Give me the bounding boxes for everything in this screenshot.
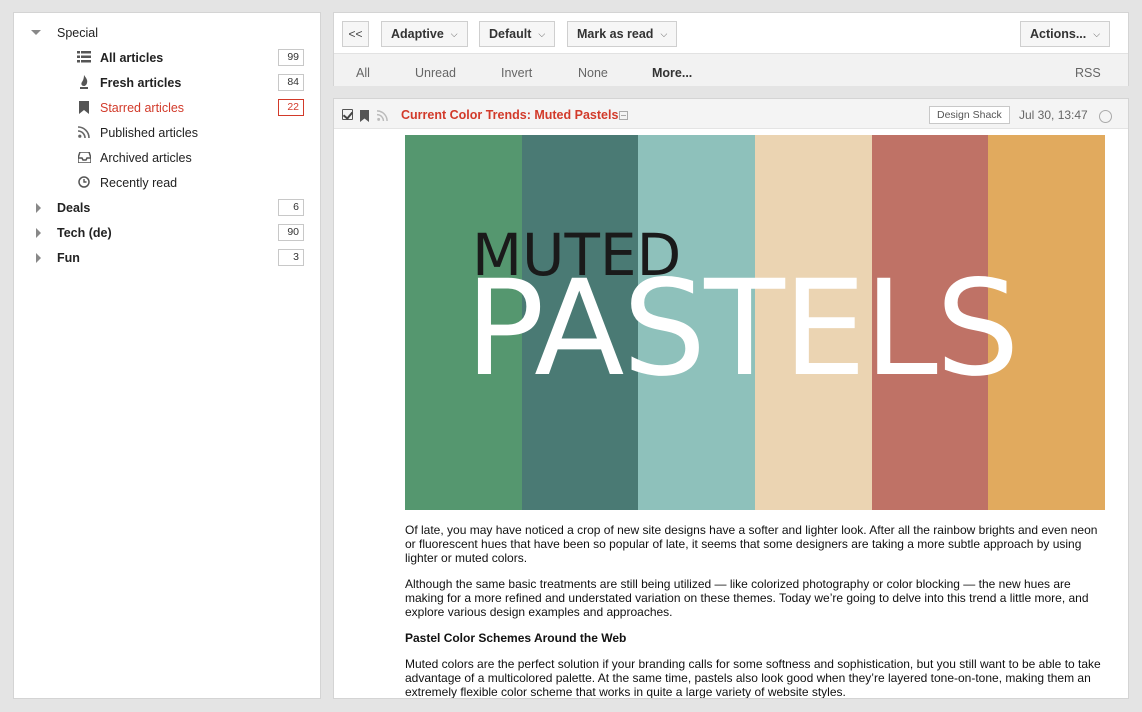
article-date: Jul 30, 13:47: [1019, 108, 1088, 122]
select-invert-link[interactable]: Invert: [501, 66, 532, 80]
feed-fresh-articles[interactable]: Fresh articles 84: [14, 70, 320, 95]
unread-counter: 6: [278, 199, 304, 216]
select-unread-link[interactable]: Unread: [415, 66, 456, 80]
chevron-right-icon[interactable]: [36, 253, 41, 263]
article-title[interactable]: Current Color Trends: Muted Pastels: [401, 108, 618, 122]
order-select[interactable]: Default ⌵: [479, 21, 556, 47]
toolbar: << Adaptive ⌵ Default ⌵ Mark as read ⌵ A…: [334, 13, 1128, 53]
bookmark-icon[interactable]: [360, 110, 369, 125]
feed-label: All articles: [100, 50, 164, 65]
feed-label: Recently read: [100, 175, 178, 190]
category-label: Deals: [57, 200, 91, 215]
unread-counter: 3: [278, 249, 304, 266]
chevron-down-icon[interactable]: [31, 30, 41, 35]
chevron-down-icon: ⌵: [450, 28, 458, 39]
bookmark-icon: [76, 99, 92, 115]
category-label: Tech (de): [57, 225, 112, 240]
category-label: Fun: [57, 250, 80, 265]
collapse-icon[interactable]: [619, 111, 628, 120]
feed-label: Archived articles: [100, 150, 192, 165]
selection-filter-bar: All Unread Invert None More... RSS: [334, 53, 1128, 86]
rss-icon: [76, 124, 92, 140]
double-chevron-left-icon: <<: [348, 27, 363, 41]
more-menu-link[interactable]: More...: [652, 66, 692, 80]
feed-label: Starred articles: [100, 100, 185, 115]
chevron-down-icon: ⌵: [1093, 28, 1101, 39]
mark-as-read-label: Mark as read: [577, 27, 654, 41]
article-paragraph: Although the same basic treatments are s…: [405, 577, 1089, 619]
feed-title-tag[interactable]: Design Shack: [929, 106, 1010, 124]
list-icon: [76, 49, 92, 65]
select-all-link[interactable]: All: [356, 66, 370, 80]
unread-counter: 90: [278, 224, 304, 241]
flame-icon: [76, 74, 92, 90]
category-fun[interactable]: Fun 3: [14, 245, 320, 270]
hero-heading-large: PASTELS: [465, 252, 1020, 406]
chevron-down-icon: ⌵: [660, 28, 668, 39]
feed-recently-read[interactable]: Recently read: [14, 170, 320, 195]
rss-link[interactable]: RSS: [1075, 66, 1101, 80]
feed-all-articles[interactable]: All articles 99: [14, 45, 320, 70]
unread-counter: 84: [278, 74, 304, 91]
unread-counter: 22: [278, 99, 304, 116]
article-panel: Current Color Trends: Muted Pastels Desi…: [333, 98, 1129, 699]
article-content: Of late, you may have noticed a crop of …: [405, 523, 1105, 699]
view-mode-select[interactable]: Adaptive ⌵: [381, 21, 468, 47]
feed-published-articles[interactable]: Published articles: [14, 120, 320, 145]
article-paragraph: Muted colors are the perfect solution if…: [405, 657, 1101, 699]
view-mode-label: Adaptive: [391, 27, 444, 41]
category-tech-de[interactable]: Tech (de) 90: [14, 220, 320, 245]
score-circle-icon[interactable]: [1099, 110, 1112, 123]
order-label: Default: [489, 27, 532, 41]
article-header: Current Color Trends: Muted Pastels Desi…: [334, 99, 1128, 129]
mark-as-read-button[interactable]: Mark as read ⌵: [567, 21, 678, 47]
feed-label: Published articles: [100, 125, 198, 140]
feed-label: Fresh articles: [100, 75, 182, 90]
feed-archived-articles[interactable]: Archived articles: [14, 145, 320, 170]
rss-icon[interactable]: [376, 110, 388, 124]
chevron-right-icon[interactable]: [36, 228, 41, 238]
select-checkbox[interactable]: [342, 109, 353, 120]
unread-counter: 99: [278, 49, 304, 66]
collapse-sidebar-button[interactable]: <<: [342, 21, 369, 47]
clock-icon: [76, 174, 92, 190]
category-deals[interactable]: Deals 6: [14, 195, 320, 220]
chevron-right-icon[interactable]: [36, 203, 41, 213]
chevron-down-icon: ⌵: [538, 28, 546, 39]
category-special[interactable]: Special: [14, 20, 320, 45]
inbox-icon: [76, 149, 92, 165]
sidebar: Special All articles 99 Fresh articles 8…: [13, 12, 321, 699]
article-subheading: Pastel Color Schemes Around the Web: [405, 631, 627, 645]
actions-label: Actions...: [1030, 27, 1087, 41]
feed-starred-articles[interactable]: Starred articles 22: [14, 95, 320, 120]
article-hero-image: MUTED PASTELS: [405, 135, 1105, 510]
article-paragraph: Of late, you may have noticed a crop of …: [405, 523, 1098, 565]
category-label: Special: [57, 25, 98, 40]
actions-menu-button[interactable]: Actions... ⌵: [1020, 21, 1111, 47]
headlines-toolbar-panel: << Adaptive ⌵ Default ⌵ Mark as read ⌵ A…: [333, 12, 1129, 86]
select-none-link[interactable]: None: [578, 66, 608, 80]
